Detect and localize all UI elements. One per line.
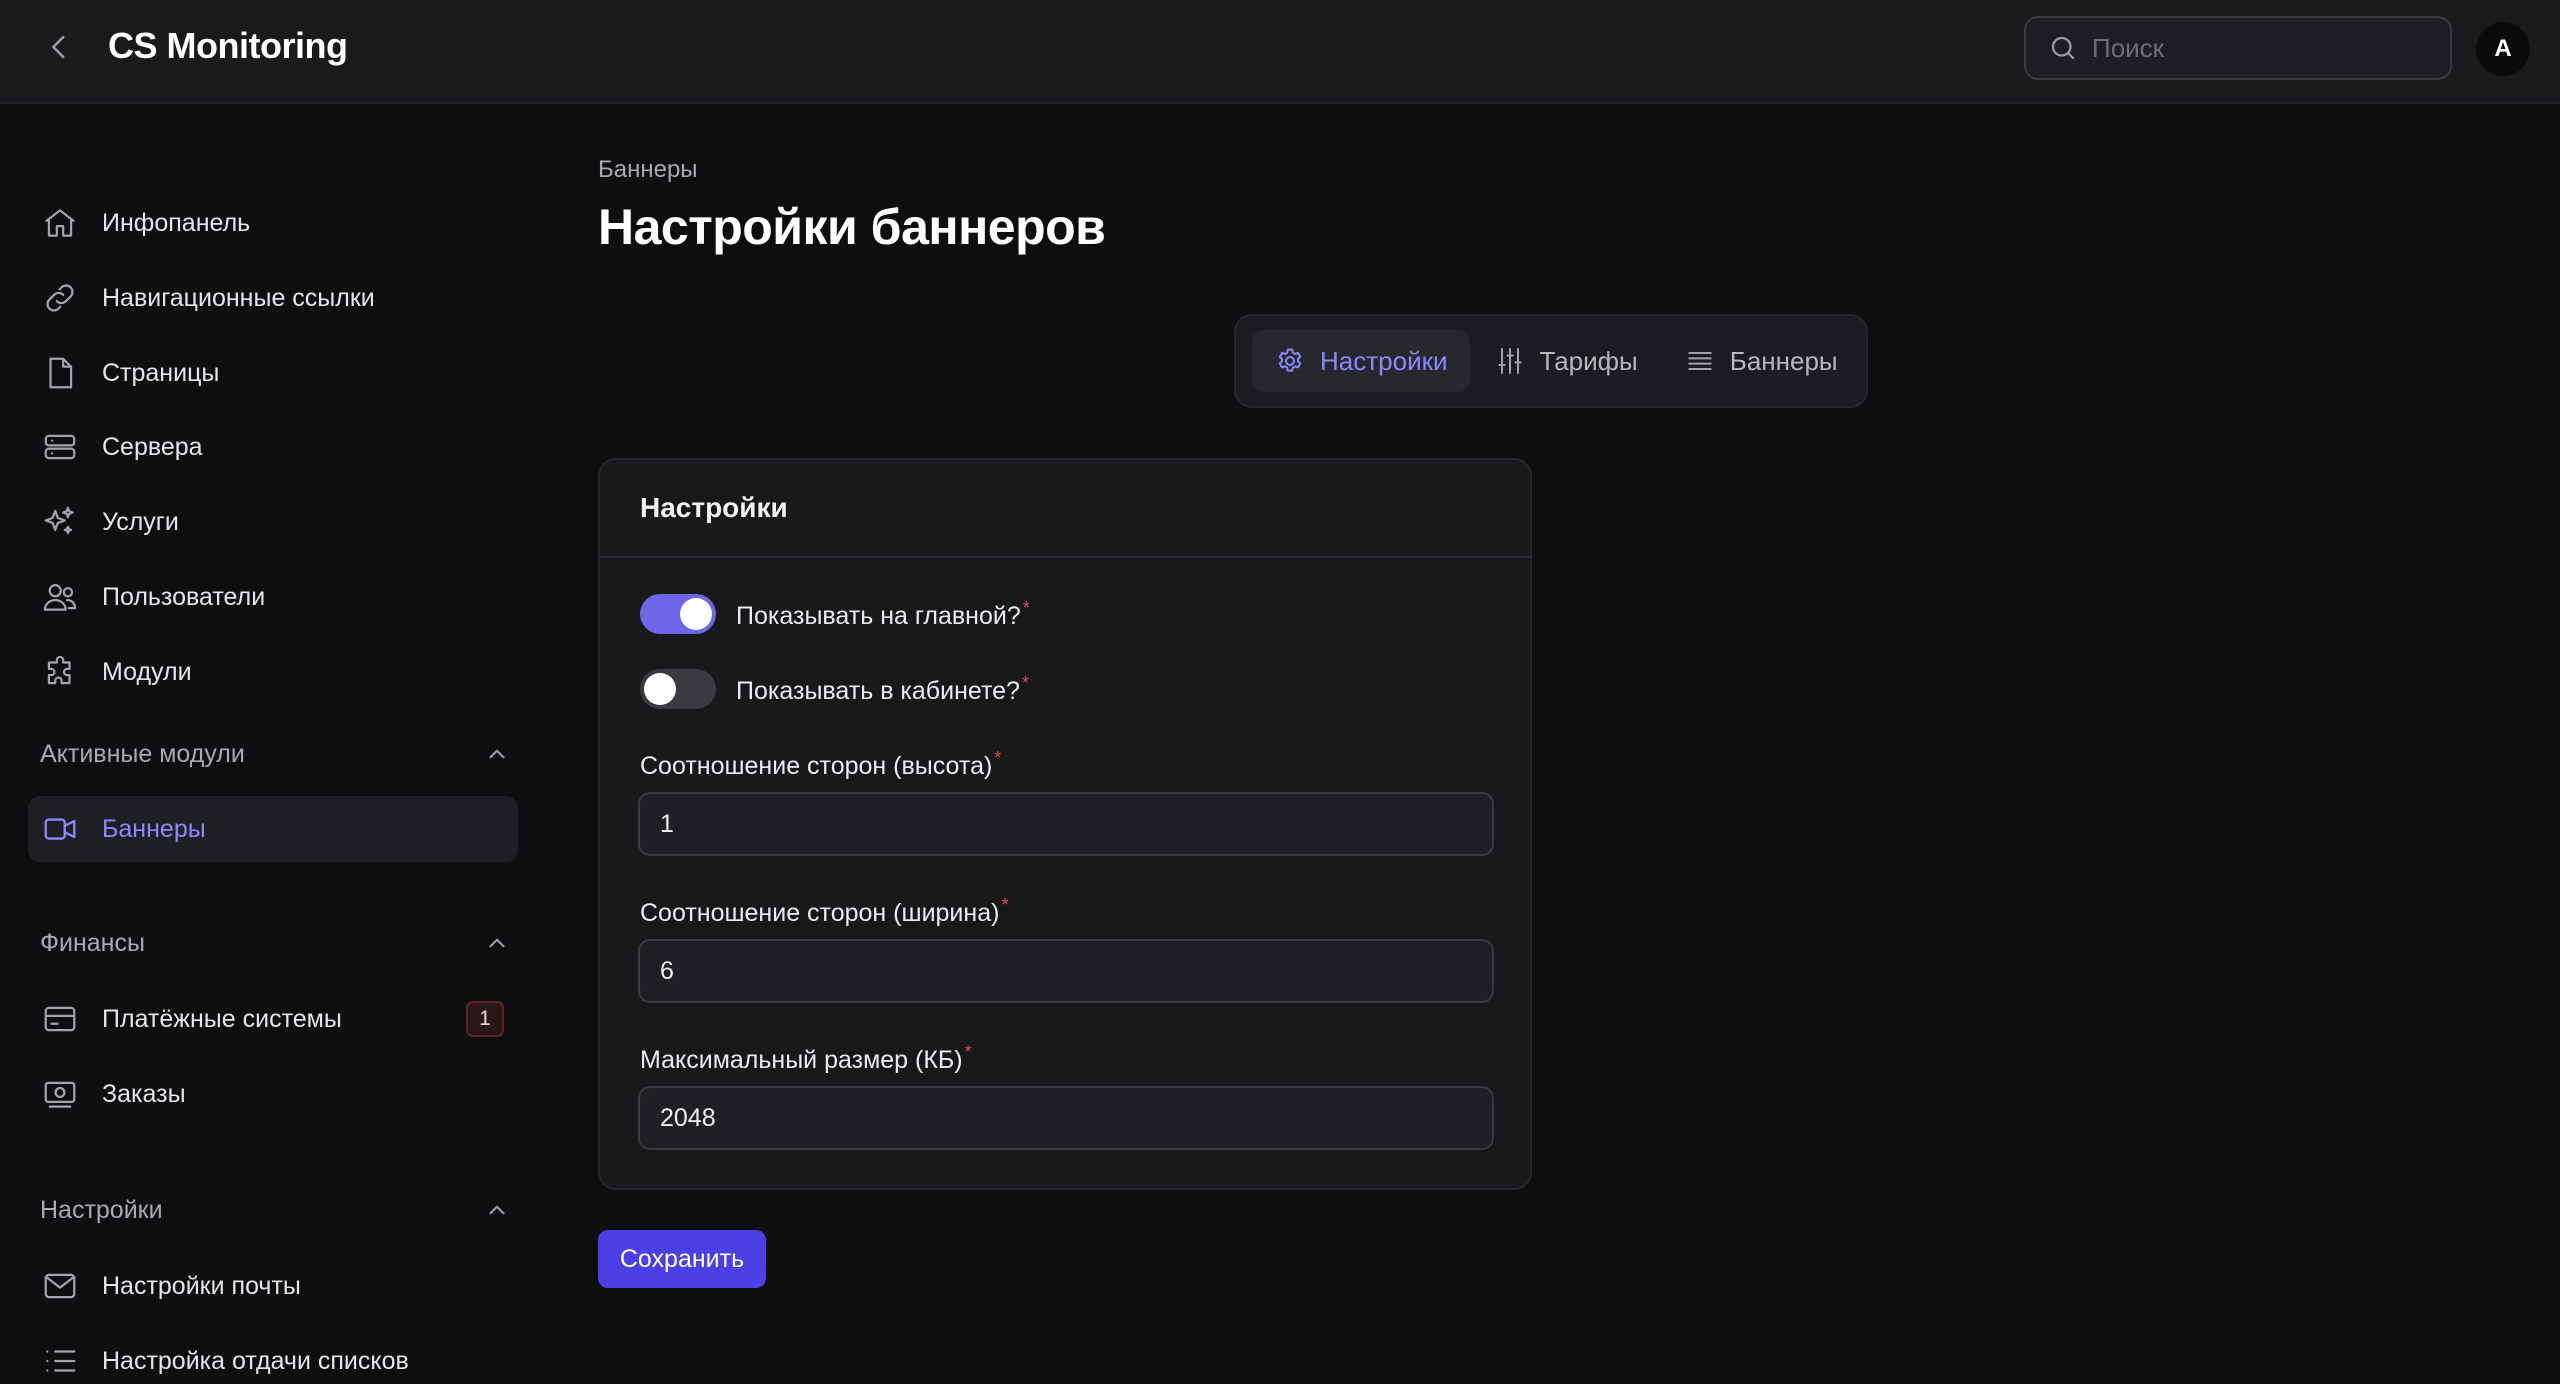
card-title: Настройки [640,492,788,523]
sidebar: Инфопанель Навигационные ссылки Страницы… [0,106,540,1384]
max-size-label: Максимальный размер (КБ) * [640,1042,972,1074]
toggle-label: Показывать в кабинете? * [736,672,1029,705]
sidebar-item-list-output-settings[interactable]: Настройка отдачи списков [28,1328,518,1384]
group-title: Активные модули [40,739,245,768]
chevron-up-icon [489,1205,505,1215]
toggle-row-show-in-cabinet: Показывать в кабинете? * [640,669,1029,709]
settings-card: Настройки Показывать на главной? * Показы… [598,458,1532,1190]
toggle-label: Показывать на главной? * [736,597,1030,630]
sidebar-item-label: Услуги [102,507,179,536]
required-mark: * [1001,895,1009,915]
sidebar-item-label: Инфопанель [102,208,251,237]
server-icon [40,427,80,467]
gear-icon [1278,348,1302,372]
group-header-settings[interactable]: Настройки [40,1190,510,1230]
max-size-input[interactable] [638,1086,1494,1150]
sidebar-item-dashboard[interactable]: Инфопанель [28,190,518,256]
list-icon [40,1341,80,1381]
group-header-active-modules[interactable]: Активные модули [40,734,510,774]
sidebar-item-label: Сервера [102,432,203,461]
aspect-width-label: Соотношение сторон (ширина) * [640,895,1009,927]
sidebar-item-banners[interactable]: Баннеры [28,796,518,862]
puzzle-icon [40,652,80,692]
stack-icon [1688,352,1712,370]
sidebar-item-label: Модули [102,657,192,686]
required-mark: * [994,748,1002,768]
toggle-knob [644,673,676,705]
group-title: Настройки [40,1195,163,1224]
home-icon [40,203,80,243]
sidebar-item-nav-links[interactable]: Навигационные ссылки [28,265,518,331]
video-camera-icon [40,809,80,849]
tab-banners[interactable]: Баннеры [1662,330,1860,392]
users-icon [40,577,80,617]
document-icon [40,353,80,393]
search-box[interactable] [2024,16,2452,80]
search-icon [2051,36,2075,60]
tab-label: Настройки [1320,345,1448,376]
sparkles-icon [40,502,80,542]
card-header: Настройки [600,460,1530,558]
back-arrow-icon[interactable] [42,30,76,64]
aspect-height-label: Соотношение сторон (высота) * [640,748,1002,780]
sidebar-item-orders[interactable]: Заказы [28,1061,518,1127]
sidebar-item-services[interactable]: Услуги [28,489,518,555]
sidebar-item-label: Настройка отдачи списков [102,1346,409,1375]
save-button[interactable]: Сохранить [598,1230,766,1288]
tab-bar: Настройки Тарифы Баннеры [1234,314,1868,408]
sidebar-item-mail-settings[interactable]: Настройки почты [28,1253,518,1319]
toggle-row-show-on-main: Показывать на главной? * [640,594,1030,634]
sidebar-item-servers[interactable]: Сервера [28,414,518,480]
top-bar: CS Monitoring A [0,0,2560,104]
breadcrumb[interactable]: Баннеры [598,156,698,184]
sidebar-item-label: Настройки почты [102,1271,301,1300]
show-on-main-toggle[interactable] [640,594,716,634]
required-mark: * [1022,597,1030,618]
aspect-height-input[interactable] [638,792,1494,856]
group-header-finance[interactable]: Финансы [40,923,510,963]
aspect-width-input[interactable] [638,939,1494,1003]
cash-icon [40,1074,80,1114]
sidebar-item-label: Навигационные ссылки [102,283,375,312]
sidebar-item-pages[interactable]: Страницы [28,340,518,406]
tab-label: Тарифы [1539,345,1638,376]
page-title: Настройки баннеров [598,199,1106,255]
notification-badge: 1 [466,1001,504,1037]
envelope-icon [40,1266,80,1306]
tab-tariffs[interactable]: Тарифы [1472,330,1660,392]
show-in-cabinet-toggle[interactable] [640,669,716,709]
sidebar-item-modules[interactable]: Модули [28,639,518,705]
app-title: CS Monitoring [108,25,348,66]
link-icon [40,278,80,318]
toggle-knob [680,598,712,630]
tab-label: Баннеры [1729,345,1838,376]
chevron-up-icon [489,938,505,948]
search-input[interactable] [2092,32,2432,64]
sidebar-item-payment-systems[interactable]: Платёжные системы 1 [28,986,518,1052]
group-title: Финансы [40,928,145,957]
tab-settings[interactable]: Настройки [1252,330,1470,392]
credit-card-icon [40,999,80,1039]
sidebar-item-label: Баннеры [102,814,206,843]
required-mark: * [1021,672,1029,693]
chevron-up-icon [489,749,505,759]
required-mark: * [964,1042,972,1062]
sidebar-item-users[interactable]: Пользователи [28,564,518,630]
sidebar-item-label: Пользователи [102,582,266,611]
sidebar-item-label: Заказы [102,1079,186,1108]
sidebar-item-label: Страницы [102,358,220,387]
sidebar-item-label: Платёжные системы [102,1004,342,1033]
sliders-icon [1497,348,1522,374]
user-avatar[interactable]: A [2476,22,2530,76]
